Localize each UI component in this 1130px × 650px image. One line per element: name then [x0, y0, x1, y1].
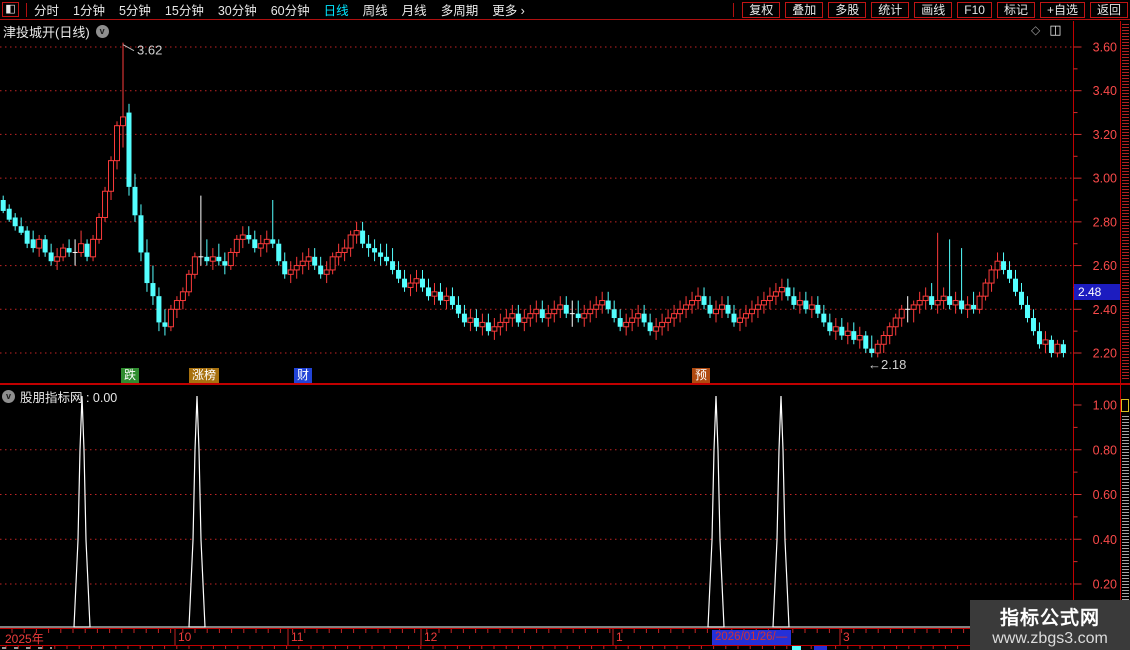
price-tick-label: 3.40 — [1093, 84, 1117, 98]
signal-spike — [188, 396, 206, 628]
chart-title: 津投城开(日线) — [3, 25, 90, 40]
candlestick-series — [0, 42, 1066, 358]
indicator-tick-label: 0.20 — [1093, 578, 1117, 592]
timeframe-item-3[interactable]: 5分钟 — [119, 0, 151, 19]
indicator-title-row: v 股朋指标网 : 0.00 — [2, 387, 117, 406]
bottom-sliver-blue-fragment — [814, 646, 827, 650]
timeline-label: 10 — [178, 630, 192, 644]
chart-annotations: 3.62 ←2.18 — [122, 43, 906, 372]
price-tick-label: 3.60 — [1093, 41, 1117, 55]
main-price-axis: 3.60 3.40 3.20 3.00 2.80 2.60 2.40 2.20 — [1073, 41, 1117, 360]
right-miniruler-flag — [1121, 399, 1129, 412]
indicator-value-axis: 1.00 0.80 0.60 0.40 0.20 — [1073, 399, 1117, 607]
bottom-sliver-dashes — [2, 647, 52, 649]
indicator-tick-label: 1.00 — [1093, 399, 1117, 413]
chart-badge[interactable]: 财 — [294, 368, 313, 383]
timeframe-item-10[interactable]: 多周期 — [441, 0, 479, 19]
chart-badge[interactable]: 预 — [692, 368, 711, 383]
indicator-tick-label: 0.80 — [1093, 443, 1117, 457]
toolbar-buttons: 复权 叠加 多股 统计 画线 F10 标记 +自选 返回 — [733, 1, 1130, 18]
timeframe-item-7[interactable]: 日线 — [324, 0, 349, 19]
timeframe-item-8[interactable]: 周线 — [363, 0, 388, 19]
timeline-ticks — [11, 629, 1062, 633]
frame-lines — [0, 21, 1130, 646]
timeframe-item-11[interactable]: 更多 › — [492, 0, 525, 19]
watermark-site-name: 指标公式网 — [999, 608, 1100, 629]
toolbar-button-多股[interactable]: 多股 — [828, 1, 867, 18]
timeline-label: 3 — [843, 630, 850, 644]
high-price-annotation: 3.62 — [137, 43, 162, 58]
timeframe-item-4[interactable]: 15分钟 — [165, 0, 204, 19]
indicator-tick-label: 0.40 — [1093, 533, 1117, 547]
signal-spike — [772, 396, 790, 628]
timeline-label: 1 — [616, 630, 623, 644]
indicator-tick-label: 0.60 — [1093, 488, 1117, 502]
timeframe-item-2[interactable]: 1分钟 — [73, 0, 105, 19]
price-tick-label: 2.20 — [1093, 346, 1117, 360]
timeline-label: 12 — [424, 630, 438, 644]
menubar-divider — [26, 2, 27, 17]
chart-badge[interactable]: 跌 — [121, 368, 140, 383]
timeframe-menu-group: ◧ 分时 1分钟 5分钟 15分钟 30分钟 60分钟 日线 周线 月线 多周期 更多 › — [0, 0, 525, 19]
toolbar-button-标记[interactable]: 标记 — [996, 1, 1035, 18]
trading-app-window: ◧ 分时 1分钟 5分钟 15分钟 30分钟 60分钟 日线 周线 月线 多周期 更多 › 复权 叠加… — [0, 0, 1130, 650]
indicator-collapse-icon[interactable]: v — [2, 390, 15, 403]
chart-corner-icons: ◇ ◫ — [1031, 22, 1062, 38]
timeline-label: 2025年 — [5, 632, 44, 646]
toolbar-divider — [733, 2, 735, 17]
bottom-sliver-cyan-fragment — [792, 646, 801, 650]
collapse-chevron-icon[interactable]: v — [95, 25, 109, 38]
price-tick-label: 3.00 — [1093, 172, 1117, 186]
diamond-icon[interactable]: ◇ — [1031, 23, 1040, 37]
indicator-title: 股朋指标网 : 0.00 — [20, 391, 118, 405]
toolbar-button-返回[interactable]: 返回 — [1089, 1, 1128, 18]
window-layout-icon[interactable]: ◧ — [2, 2, 19, 17]
watermark-box: 指标公式网 www.zbgs3.com — [970, 600, 1130, 650]
toolbar-button-F10[interactable]: F10 — [957, 1, 992, 18]
timeframe-item-6[interactable]: 60分钟 — [271, 0, 310, 19]
price-tick-label: 2.40 — [1093, 303, 1117, 317]
timeframe-item-1[interactable]: 分时 — [34, 0, 59, 19]
toolbar-button-+自选[interactable]: +自选 — [1039, 1, 1085, 18]
signal-spike — [707, 396, 725, 628]
split-window-icon[interactable]: ◫ — [1049, 22, 1061, 38]
toolbar-button-叠加[interactable]: 叠加 — [785, 1, 824, 18]
chart-title-row: 津投城开(日线) v — [3, 22, 109, 41]
low-price-annotation: ←2.18 — [868, 357, 906, 372]
last-price-tag: 2.48 — [1074, 284, 1120, 300]
signal-spike — [73, 396, 91, 628]
timeline-date-highlight: 2026/01/26/— — [712, 630, 791, 645]
toolbar-button-画线[interactable]: 画线 — [914, 1, 953, 18]
right-miniruler-main — [1122, 24, 1129, 380]
indicator-gridlines — [0, 449, 1073, 585]
indicator-spikes — [73, 396, 790, 628]
timeframe-item-5[interactable]: 30分钟 — [218, 0, 257, 19]
main-gridlines — [0, 46, 1073, 354]
price-tick-label: 2.60 — [1093, 259, 1117, 273]
toolbar-button-复权[interactable]: 复权 — [742, 1, 781, 18]
right-miniruler-indicator — [1122, 416, 1129, 626]
price-tick-label: 2.80 — [1093, 215, 1117, 229]
timeframe-item-9[interactable]: 月线 — [402, 0, 427, 19]
chart-canvas: 3.62 ←2.18 3.60 3.40 3.20 3.00 2.80 2.60 2.40 2.2… — [0, 21, 1130, 649]
watermark-url: www.zbgs3.com — [992, 630, 1108, 647]
chart-badge[interactable]: 涨榜 — [189, 368, 220, 383]
timeline-label: 11 — [291, 630, 304, 644]
top-menubar: ◧ 分时 1分钟 5分钟 15分钟 30分钟 60分钟 日线 周线 月线 多周期 更多 › 复权 叠加… — [0, 0, 1130, 20]
price-tick-label: 3.20 — [1093, 128, 1117, 142]
timeframe-menu: 分时 1分钟 5分钟 15分钟 30分钟 60分钟 日线 周线 月线 多周期 更多 › — [34, 0, 525, 19]
toolbar-button-统计[interactable]: 统计 — [871, 1, 910, 18]
